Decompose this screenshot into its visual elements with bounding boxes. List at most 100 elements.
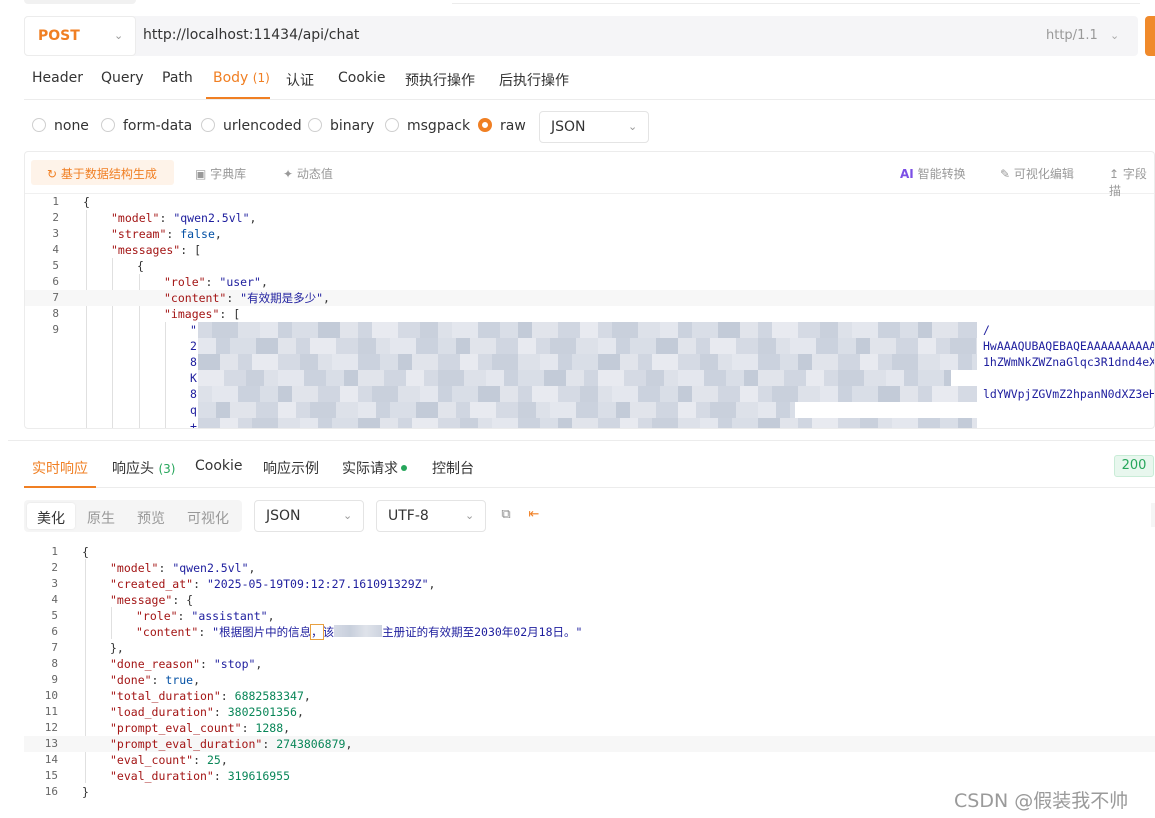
redacted-block — [358, 338, 376, 354]
status-dot-icon — [401, 465, 407, 471]
redacted-block — [300, 354, 318, 370]
response-encoding-select[interactable]: UTF-8 ⌄ — [376, 500, 486, 532]
send-button[interactable] — [1145, 16, 1155, 56]
redacted-block — [376, 402, 390, 418]
redacted-block — [616, 338, 630, 354]
tab-query[interactable]: Query — [101, 70, 144, 100]
redacted-block — [612, 322, 638, 338]
tab-post-script[interactable]: 后执行操作 — [499, 70, 569, 100]
redacted-block — [326, 370, 344, 386]
code-line: 4 "messages": [ — [52, 243, 202, 257]
base64-tail: 1hZWmNkZWZnaGlqc3R1dnd4eXq — [983, 355, 1155, 369]
redacted-block — [278, 338, 296, 354]
radio-binary[interactable]: binary — [308, 118, 374, 136]
redacted-block — [492, 354, 518, 370]
redacted-block — [412, 354, 438, 370]
redacted-block — [652, 418, 678, 428]
redacted-block — [420, 386, 438, 402]
redacted-block — [816, 338, 838, 354]
body-format-select[interactable]: JSON ⌄ — [539, 111, 649, 143]
tab-auth[interactable]: 认证 — [286, 70, 314, 100]
url-bar: POST ⌄ http://localhost:11434/api/chat h… — [24, 16, 1138, 56]
code-line: 12 "prompt_eval_count": 1288, — [44, 721, 291, 735]
tab-path[interactable]: Path — [162, 70, 193, 100]
redacted-block — [758, 322, 772, 338]
button-label: 智能转换 — [917, 167, 966, 181]
view-mode-preview[interactable]: 预览 — [137, 508, 165, 528]
code-line: 8 ldYWVpjZGVmZ2hpanN0dXZ3eHl6 — [25, 386, 1154, 402]
view-mode-pretty[interactable]: 美化 — [37, 508, 65, 528]
radio-form-data[interactable]: form-data — [101, 118, 192, 136]
radio-none[interactable]: none — [32, 118, 89, 136]
json-value: "qwen2.5vl" — [173, 211, 250, 225]
redacted-block — [838, 386, 852, 402]
redacted-block — [852, 386, 878, 402]
radio-urlencoded[interactable]: urlencoded — [201, 118, 302, 136]
redacted-block — [452, 322, 478, 338]
tab-header[interactable]: Header — [32, 70, 83, 100]
redacted-block — [758, 418, 780, 428]
redacted-block — [296, 402, 310, 418]
tab-console[interactable]: 控制台 — [432, 458, 474, 478]
copy-icon[interactable]: ⧉ — [498, 507, 514, 523]
tab-label: 认证 — [286, 73, 314, 89]
url-input[interactable]: http://localhost:11434/api/chat — [143, 27, 359, 43]
redacted-block — [500, 386, 518, 402]
method-select[interactable]: POST ⌄ — [24, 16, 136, 56]
tab-response-examples[interactable]: 响应示例 — [263, 458, 319, 478]
tab-label: Cookie — [195, 458, 243, 474]
redacted-block — [678, 354, 700, 370]
tab-pre-script[interactable]: 预执行操作 — [405, 70, 475, 100]
tab-cookie[interactable]: Cookie — [338, 70, 386, 100]
redacted-block — [518, 370, 544, 386]
redacted-block — [918, 370, 944, 386]
dynamic-value-button[interactable]: ✦ 动态值 — [283, 165, 333, 182]
view-mode-visual[interactable]: 可视化 — [187, 508, 229, 528]
redacted-block — [838, 418, 860, 428]
request-body-editor[interactable]: ↻ 基于数据结构生成 ▣ 字典库 ✦ 动态值 AI 智能转换 ✎ 可视化编辑 ↥… — [24, 151, 1155, 429]
view-mode-raw[interactable]: 原生 — [87, 508, 115, 528]
redacted-block — [678, 402, 696, 418]
response-format-select[interactable]: JSON ⌄ — [254, 500, 364, 532]
redacted-block — [838, 370, 864, 386]
wrap-lines-icon[interactable]: ⇤ — [526, 507, 542, 523]
dictionary-button[interactable]: ▣ 字典库 — [195, 165, 246, 182]
tab-response-cookie[interactable]: Cookie — [195, 458, 243, 474]
smart-convert-button[interactable]: AI 智能转换 — [900, 165, 966, 182]
redacted-block — [856, 338, 870, 354]
tab-body[interactable]: Body (1) — [213, 70, 270, 100]
redacted-block — [652, 354, 678, 370]
redacted-block — [772, 386, 798, 402]
redacted-block — [310, 338, 336, 354]
redacted-block — [216, 402, 230, 418]
redacted-block — [336, 402, 358, 418]
code-line: 11 "load_duration": 3802501356, — [44, 705, 304, 719]
redacted-block — [678, 322, 692, 338]
visual-edit-button[interactable]: ✎ 可视化编辑 — [1000, 165, 1074, 182]
button-label: 可视化编辑 — [1013, 167, 1074, 181]
code-line: 6 "content": "根据图片中的信息，该 主册证的有效期至2030年02月1… — [51, 624, 583, 640]
redacted-block — [304, 370, 326, 386]
redacted-block — [496, 338, 518, 354]
redacted-block — [758, 402, 776, 418]
generate-from-schema-button[interactable]: ↻ 基于数据结构生成 — [31, 160, 174, 185]
active-tab-indicator — [206, 97, 270, 99]
redacted-block — [478, 386, 500, 402]
redacted-block — [412, 418, 438, 428]
tab-live-response[interactable]: 实时响应 — [32, 458, 88, 478]
base64-head: q — [190, 403, 197, 417]
response-body-viewer[interactable]: 1{ 2 "model": "qwen2.5vl", 3 "created_at":… — [24, 543, 1155, 813]
tab-actual-request[interactable]: 实际请求 — [342, 458, 407, 478]
http-version-select[interactable]: http/1.1 — [1046, 28, 1098, 43]
redacted-block — [630, 338, 656, 354]
chevron-down-icon: ⌄ — [114, 29, 124, 42]
tab-response-headers[interactable]: 响应头 (3) — [112, 458, 175, 478]
redacted-block — [692, 322, 718, 338]
redacted-block — [460, 354, 478, 370]
redacted-block — [710, 402, 736, 418]
redacted-block — [790, 402, 795, 418]
radio-msgpack[interactable]: msgpack — [385, 118, 470, 136]
chevron-down-icon: ⌄ — [465, 509, 475, 522]
radio-raw[interactable]: raw — [478, 118, 526, 136]
code-line: 5 "role": "assistant", — [51, 609, 275, 623]
